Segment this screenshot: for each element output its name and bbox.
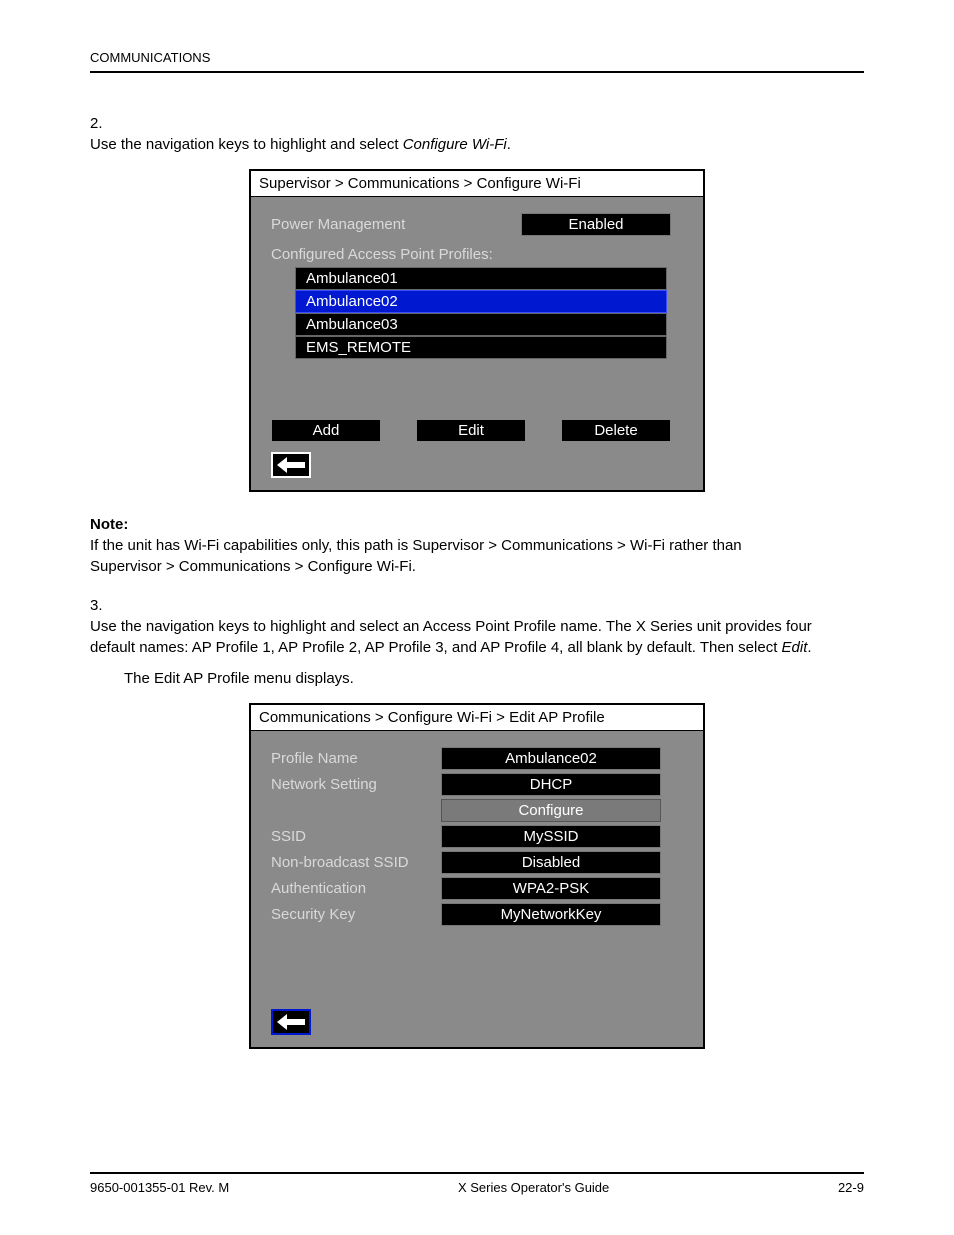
ssid-label: SSID	[271, 828, 441, 845]
network-setting-value[interactable]: DHCP	[441, 773, 661, 796]
back-button[interactable]	[271, 452, 311, 478]
profile-item-selected[interactable]: Ambulance02	[295, 290, 667, 313]
edit-ap-profile-screen: Communications > Configure Wi-Fi > Edit …	[249, 703, 705, 1049]
security-key-label: Security Key	[271, 906, 441, 923]
profile-item[interactable]: EMS_REMOTE	[295, 336, 667, 359]
page-footer: 9650-001355-01 Rev. M X Series Operator'…	[90, 1180, 864, 1195]
profile-item[interactable]: Ambulance01	[295, 267, 667, 290]
profile-name-label: Profile Name	[271, 750, 441, 767]
footer-center: X Series Operator's Guide	[458, 1180, 609, 1195]
header-rule	[90, 71, 864, 73]
page-header: COMMUNICATIONS	[90, 50, 864, 65]
step-3-text: Use the navigation keys to highlight and…	[90, 616, 830, 658]
step-2-num: 2.	[90, 113, 124, 134]
step-3: 3. Use the navigation keys to highlight …	[90, 595, 864, 658]
breadcrumb: Supervisor > Communications > Configure …	[251, 171, 703, 197]
delete-button[interactable]: Delete	[561, 419, 671, 442]
profile-name-value[interactable]: Ambulance02	[441, 747, 661, 770]
configure-button[interactable]: Configure	[441, 799, 661, 822]
step-3-num: 3.	[90, 595, 124, 616]
non-broadcast-ssid-value[interactable]: Disabled	[441, 851, 661, 874]
edit-button[interactable]: Edit	[416, 419, 526, 442]
footer-rule	[90, 1172, 864, 1174]
ssid-value[interactable]: MySSID	[441, 825, 661, 848]
note: Note: If the unit has Wi-Fi capabilities…	[90, 514, 864, 577]
security-key-value[interactable]: MyNetworkKey	[441, 903, 661, 926]
profile-list: Ambulance01 Ambulance02 Ambulance03 EMS_…	[295, 267, 667, 359]
step-2-text: Use the navigation keys to highlight and…	[90, 134, 830, 155]
note-label: Note:	[90, 514, 150, 535]
header-left: COMMUNICATIONS	[90, 50, 210, 65]
add-button[interactable]: Add	[271, 419, 381, 442]
authentication-label: Authentication	[271, 880, 441, 897]
back-arrow-icon	[277, 1014, 305, 1030]
back-arrow-icon	[277, 457, 305, 473]
note-text: If the unit has Wi-Fi capabilities only,…	[90, 535, 804, 577]
profiles-heading: Configured Access Point Profiles:	[271, 246, 683, 263]
configure-wifi-screen: Supervisor > Communications > Configure …	[249, 169, 705, 492]
breadcrumb: Communications > Configure Wi-Fi > Edit …	[251, 705, 703, 731]
back-button[interactable]	[271, 1009, 311, 1035]
power-management-label: Power Management	[271, 216, 461, 233]
profile-item[interactable]: Ambulance03	[295, 313, 667, 336]
power-management-value[interactable]: Enabled	[521, 213, 671, 236]
non-broadcast-ssid-label: Non-broadcast SSID	[271, 854, 441, 871]
step-3-after: The Edit AP Profile menu displays.	[124, 668, 864, 689]
network-setting-label: Network Setting	[271, 776, 441, 793]
step-2: 2. Use the navigation keys to highlight …	[90, 113, 864, 155]
footer-left: 9650-001355-01 Rev. M	[90, 1180, 229, 1195]
footer-page: 22-9	[838, 1180, 864, 1195]
authentication-value[interactable]: WPA2-PSK	[441, 877, 661, 900]
